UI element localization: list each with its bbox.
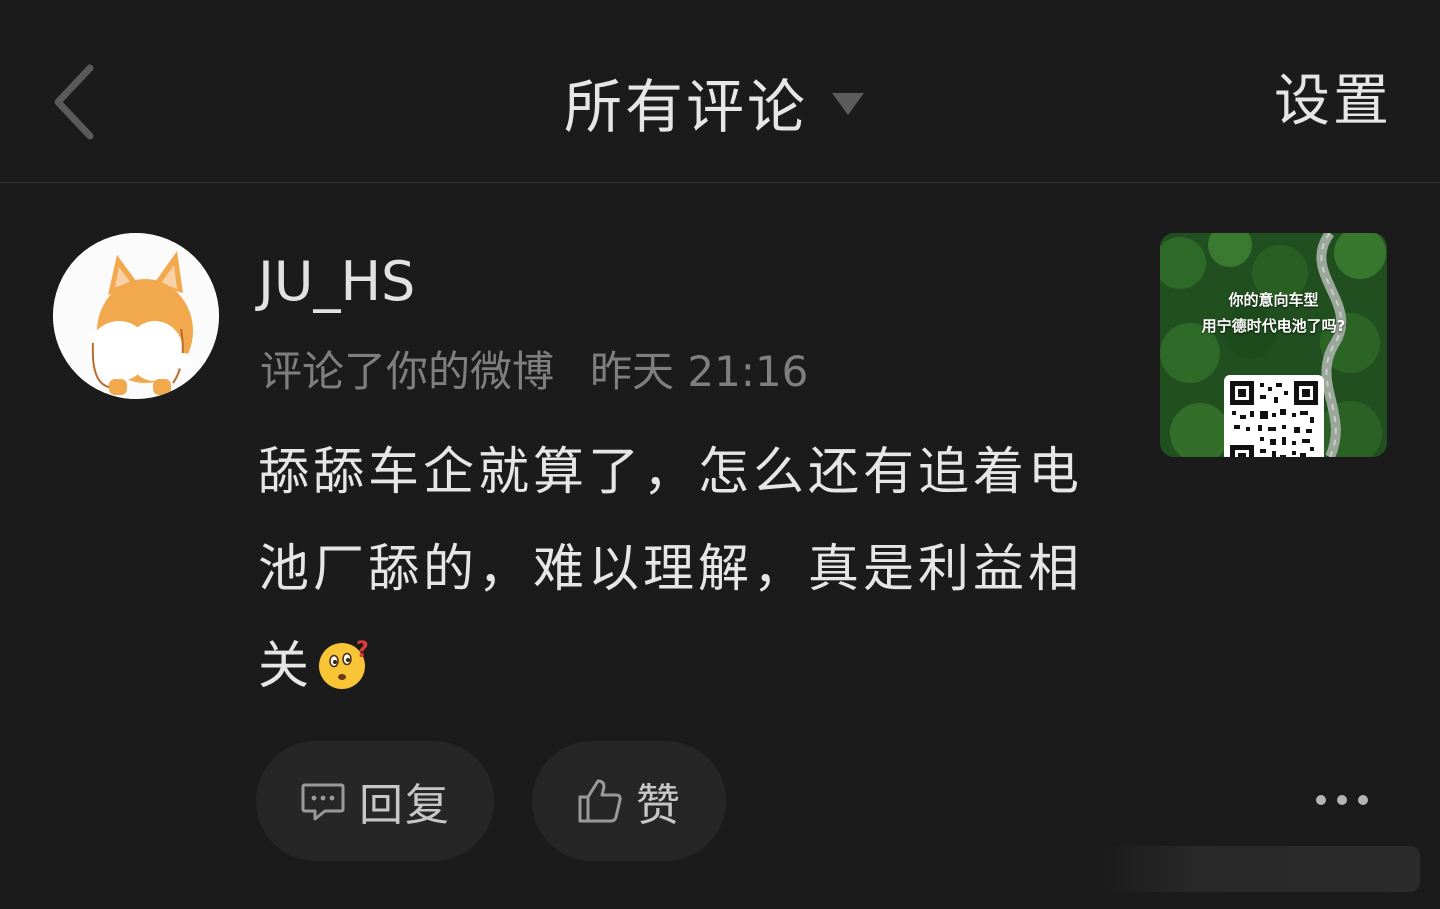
thumbs-up-icon xyxy=(578,779,622,823)
username[interactable]: JU_HS xyxy=(258,250,415,313)
reply-button[interactable]: 回复 xyxy=(256,741,494,861)
more-options-button[interactable] xyxy=(1312,776,1372,824)
thumbnail-caption-line1: 你的意向车型 xyxy=(1228,291,1319,309)
chevron-left-icon xyxy=(54,64,94,140)
action-text: 评论了你的微博 xyxy=(260,347,555,396)
comment-content: 舔舔车企就算了，怎么还有追着电池厂舔的，难以理解，真是利益相关 ? xyxy=(258,424,1118,715)
thumbnail-caption-line2: 用宁德时代电池了吗? xyxy=(1201,317,1346,335)
back-button[interactable] xyxy=(48,62,104,142)
comments-page: 所有评论 设置 JU_HS 评论了你的微博 昨天 21:16 舔舔车企就算了，怎… xyxy=(0,0,1440,909)
more-dot-icon xyxy=(1316,795,1326,805)
comment-filter-dropdown[interactable]: 所有评论 xyxy=(564,62,866,142)
settings-button[interactable]: 设置 xyxy=(1274,62,1392,142)
reply-label: 回复 xyxy=(359,780,451,831)
post-thumbnail[interactable]: 你的意向车型 用宁德时代电池了吗? xyxy=(1160,233,1387,457)
corgi-avatar-icon xyxy=(53,233,219,399)
comment-bubble-icon xyxy=(301,783,345,821)
thinking-face-emoji-icon: ? xyxy=(317,626,371,689)
caret-down-icon xyxy=(832,93,865,115)
qr-code-icon xyxy=(1224,375,1324,457)
like-label: 赞 xyxy=(636,780,682,831)
comment-meta: 评论了你的微博 昨天 21:16 xyxy=(260,338,808,399)
timestamp: 昨天 21:16 xyxy=(590,347,809,396)
more-dot-icon xyxy=(1358,795,1368,805)
svg-text:?: ? xyxy=(356,638,371,663)
avatar[interactable] xyxy=(53,233,219,399)
header-divider xyxy=(0,182,1440,183)
like-button[interactable]: 赞 xyxy=(532,741,726,861)
more-dot-icon xyxy=(1337,795,1347,805)
top-bar: 所有评论 设置 xyxy=(0,0,1440,183)
comment-text: 舔舔车企就算了，怎么还有追着电池厂舔的，难以理解，真是利益相关 xyxy=(258,443,1084,696)
page-title: 所有评论 xyxy=(564,73,809,141)
watermark xyxy=(1100,846,1420,892)
